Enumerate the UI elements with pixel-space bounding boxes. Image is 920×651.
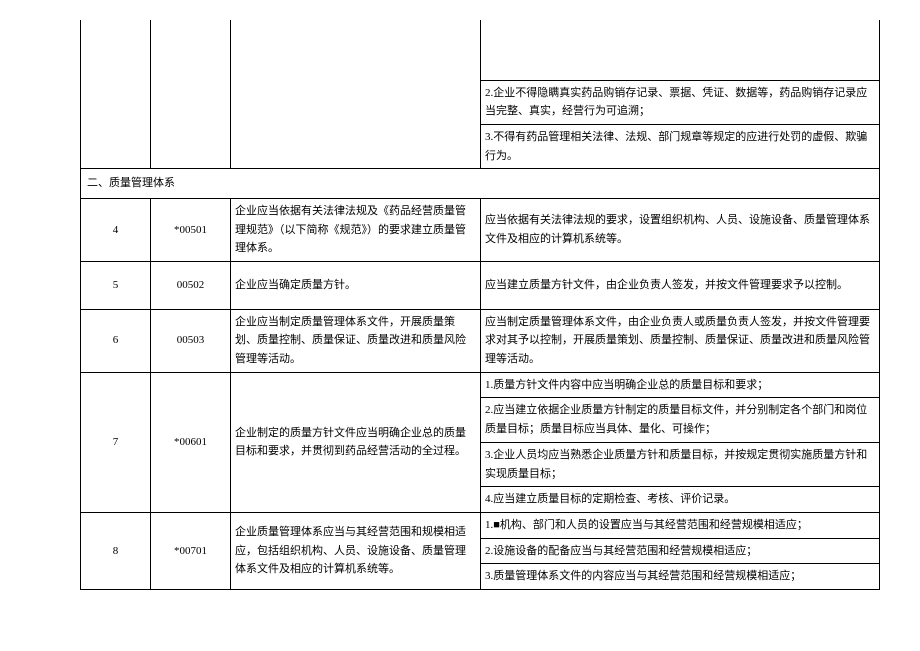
cell-num: 6: [81, 309, 151, 372]
cell-detail: 2.设施设备的配备应当与其经营范围和经营规模相适应；: [481, 538, 880, 564]
cell-req: 企业质量管理体系应当与其经营范围和规模相适应，包括组织机构、人员、设施设备、质量…: [231, 512, 481, 589]
cell-code: [151, 20, 231, 169]
cell-detail: [481, 20, 880, 80]
cell-code: *00701: [151, 512, 231, 589]
table-row: 7 *00601 企业制定的质量方针文件应当明确企业总的质量目标和要求，并贯彻到…: [81, 372, 880, 398]
cell-num: 4: [81, 198, 151, 261]
table-row: 8 *00701 企业质量管理体系应当与其经营范围和规模相适应，包括组织机构、人…: [81, 512, 880, 538]
cell-num: 7: [81, 372, 151, 512]
cell-detail: 应当制定质量管理体系文件，由企业负责人或质量负责人签发，并按文件管理要求对其予以…: [481, 309, 880, 372]
section-heading-row: 二、质量管理体系: [81, 169, 880, 199]
table-row: [81, 20, 880, 80]
cell-req: 企业应当确定质量方针。: [231, 262, 481, 310]
cell-code: 00502: [151, 262, 231, 310]
cell-req: 企业制定的质量方针文件应当明确企业总的质量目标和要求，并贯彻到药品经营活动的全过…: [231, 372, 481, 512]
table-row: 5 00502 企业应当确定质量方针。 应当建立质量方针文件，由企业负责人签发，…: [81, 262, 880, 310]
cell-num: 8: [81, 512, 151, 589]
cell-detail: 3.质量管理体系文件的内容应当与其经营范围和经营规模相适应；: [481, 564, 880, 590]
table-row: 4 *00501 企业应当依据有关法律法规及《药品经营质量管理规范》（以下简称《…: [81, 198, 880, 261]
cell-code: *00501: [151, 198, 231, 261]
cell-req: 企业应当制定质量管理体系文件，开展质量策划、质量控制、质量保证、质量改进和质量风…: [231, 309, 481, 372]
cell-num: 5: [81, 262, 151, 310]
cell-req: 企业应当依据有关法律法规及《药品经营质量管理规范》（以下简称《规范》）的要求建立…: [231, 198, 481, 261]
cell-num: [81, 20, 151, 169]
cell-detail: 3.企业人员均应当熟悉企业质量方针和质量目标，并按规定贯彻实施质量方针和实现质量…: [481, 442, 880, 486]
table-row: 6 00503 企业应当制定质量管理体系文件，开展质量策划、质量控制、质量保证、…: [81, 309, 880, 372]
cell-detail: 3.不得有药品管理相关法律、法规、部门规章等规定的应进行处罚的虚假、欺骗行为。: [481, 124, 880, 168]
cell-detail: 1.■机构、部门和人员的设置应当与其经营范围和经营规模相适应；: [481, 512, 880, 538]
cell-code: *00601: [151, 372, 231, 512]
cell-detail: 2.企业不得隐瞒真实药品购销存记录、票据、凭证、数据等，药品购销存记录应当完整、…: [481, 80, 880, 124]
cell-req: [231, 20, 481, 169]
cell-detail: 应当依据有关法律法规的要求，设置组织机构、人员、设施设备、质量管理体系文件及相应…: [481, 198, 880, 261]
section-title: 二、质量管理体系: [81, 169, 880, 199]
cell-detail: 1.质量方针文件内容中应当明确企业总的质量目标和要求；: [481, 372, 880, 398]
regulation-table: 2.企业不得隐瞒真实药品购销存记录、票据、凭证、数据等，药品购销存记录应当完整、…: [80, 20, 880, 590]
cell-detail: 应当建立质量方针文件，由企业负责人签发，并按文件管理要求予以控制。: [481, 262, 880, 310]
cell-code: 00503: [151, 309, 231, 372]
cell-detail: 2.应当建立依据企业质量方针制定的质量目标文件，并分别制定各个部门和岗位质量目标…: [481, 398, 880, 442]
cell-detail: 4.应当建立质量目标的定期检查、考核、评价记录。: [481, 487, 880, 513]
